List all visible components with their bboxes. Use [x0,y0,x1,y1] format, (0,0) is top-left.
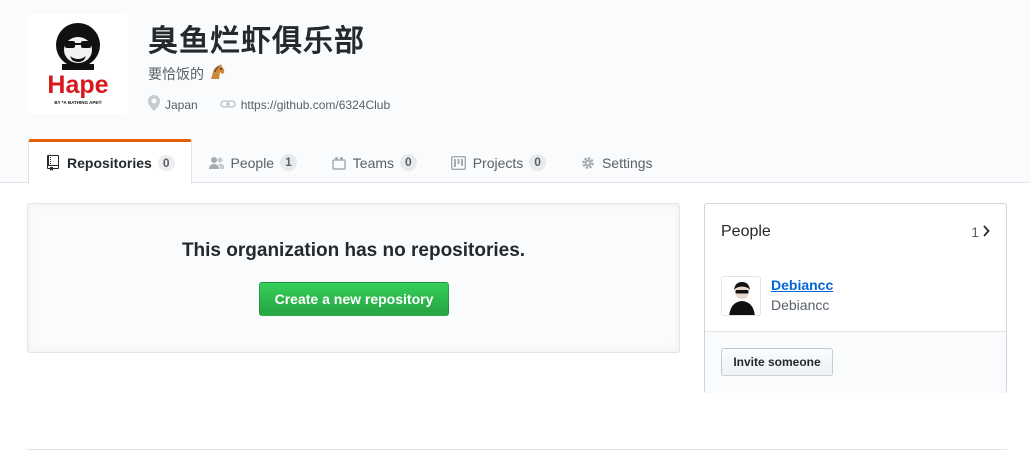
org-website[interactable]: https://github.com/6324Club [219,98,390,112]
org-location-text: Japan [165,97,198,112]
org-website-link[interactable]: https://github.com/6324Club [241,98,390,112]
org-location: Japan [148,95,198,114]
tab-projects-count: 0 [529,154,546,171]
footer-divider [27,449,1007,450]
invite-someone-button[interactable]: Invite someone [721,348,833,376]
tab-repositories-label: Repositories [67,155,152,171]
member-list-item: Debiancc Debiancc [721,276,833,316]
tab-projects-label: Projects [472,154,524,171]
tab-settings-label: Settings [601,154,653,171]
org-header: Hape BY *A BATHING APE® 臭鱼烂虾俱乐部 要恰饭的 Jap… [0,0,1030,184]
org-name: 臭鱼烂虾俱乐部 [148,24,365,59]
people-count-value: 1 [971,224,979,240]
org-tabs: Repositories 0 People 1 Teams 0 Projects… [28,139,670,184]
tab-people[interactable]: People 1 [192,139,314,183]
tab-people-label: People [230,154,275,171]
org-description-text: 要恰饭的 [148,67,204,83]
hape-logo-icon: Hape BY *A BATHING APE® [28,14,128,114]
member-info: Debiancc Debiancc [771,276,833,313]
tab-repositories[interactable]: Repositories 0 [28,139,192,184]
people-box-title: People [721,223,771,240]
member-name: Debiancc [771,297,830,313]
chevron-right-icon [982,224,990,240]
tab-settings[interactable]: Settings [563,139,670,183]
people-box-count[interactable]: 1 [971,224,990,240]
avatar-tagline: BY *A BATHING APE® [54,99,102,105]
horse-emoji-icon [208,64,226,84]
tab-projects[interactable]: Projects 0 [434,139,563,183]
gear-icon [580,155,596,171]
teams-icon [331,155,347,171]
org-avatar[interactable]: Hape BY *A BATHING APE® [28,14,128,114]
org-description: 要恰饭的 [148,64,226,84]
location-icon [148,95,160,114]
blankslate-message: This organization has no repositories. [181,240,526,261]
link-icon [219,98,236,112]
repo-icon [45,155,61,171]
tab-teams-count: 0 [400,154,417,171]
people-box-footer: Invite someone [705,331,1006,393]
project-icon [451,155,467,171]
repositories-blankslate: This organization has no repositories. C… [27,203,680,353]
org-meta: Japan https://github.com/6324Club [148,95,412,114]
people-box: People 1 Debiancc Debiancc Invite someon… [704,203,1007,393]
tab-teams-label: Teams [352,154,395,171]
tab-repositories-count: 0 [157,154,175,172]
tab-people-count: 1 [280,154,297,171]
avatar-brand: Hape [47,71,108,99]
member-login-link[interactable]: Debiancc [771,277,833,293]
create-repository-button[interactable]: Create a new repository [259,282,449,316]
people-box-header[interactable]: People 1 [705,204,1006,260]
people-icon [208,155,225,171]
member-avatar[interactable] [721,276,761,316]
tab-teams[interactable]: Teams 0 [314,139,434,183]
member-avatar-icon [722,277,760,315]
